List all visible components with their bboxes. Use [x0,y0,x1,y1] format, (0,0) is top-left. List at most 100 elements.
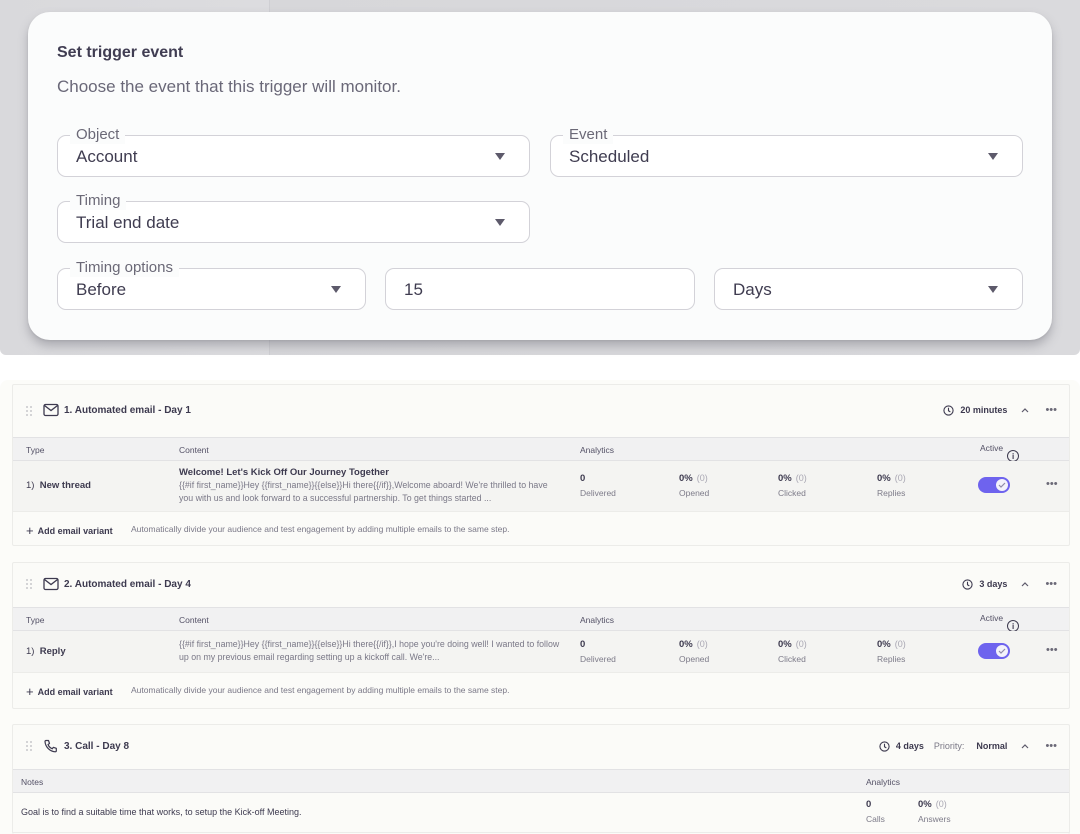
add-email-variant-button[interactable]: + Add email variant [26,523,113,538]
table-row[interactable]: 1) Reply {{#if first_name}}Hey {{first_n… [13,631,1069,673]
variant-index: 1) [26,646,35,657]
object-select[interactable]: Object Account [57,126,530,177]
trigger-event-modal: Set trigger event Choose the event that … [28,12,1052,340]
column-analytics: Analytics [580,615,615,625]
metric-answers: 0% (0) Answers [918,799,951,824]
unit-value: Days [733,280,772,299]
step-delay[interactable]: 4 days [896,741,924,751]
metric-value: 0% [877,473,891,484]
step-meta: 20 minutes ••• [943,401,1057,419]
caret-down-icon [331,286,341,293]
priority-value[interactable]: Normal [976,741,1007,751]
step-meta: 3 days ••• [962,575,1057,593]
metric-delivered: 0 Delivered [580,473,616,498]
metric-replies: 0% (0) Replies [877,473,906,498]
step-card: 2. Automated email - Day 4 3 days ••• Ty… [12,562,1070,709]
add-variant-row: + Add email variant Automatically divide … [13,673,1069,707]
event-label: Event [563,126,614,144]
modal-title: Set trigger event [57,44,184,61]
metric-label: Clicked [778,488,806,498]
mail-icon [43,403,59,417]
column-active: Active i [980,613,1020,632]
metric-label: Delivered [580,654,616,664]
variant-type-label: Reply [39,646,66,657]
variant-type: 1) New thread [26,480,91,491]
step-header: 2. Automated email - Day 4 3 days ••• [13,563,1069,607]
caret-down-icon [988,153,998,160]
add-email-variant-label: Add email variant [37,526,113,536]
variant-type: 1) Reply [26,646,66,657]
row-more-options-icon[interactable]: ••• [1046,478,1058,490]
clock-icon [943,404,955,416]
drag-handle-icon[interactable] [26,406,34,418]
email-body: {{#if first_name}}Hey {{first_name}}{{el… [179,480,548,503]
metric-label: Delivered [580,488,616,498]
drag-handle-icon[interactable] [26,741,34,753]
metric-label: Opened [679,488,710,498]
active-toggle[interactable] [978,477,1010,493]
clock-icon [879,740,890,752]
email-body: {{#if first_name}}Hey {{first_name}}{{el… [179,639,560,662]
table-row[interactable]: Goal is to find a suitable time that wor… [13,793,1069,833]
step-header: 3. Call - Day 8 4 days Priority: Normal … [13,725,1069,769]
active-toggle[interactable] [978,643,1010,659]
metric-value: 0% [778,473,792,484]
unit-select[interactable]: Days [714,268,1023,310]
metric-label: Answers [918,814,951,824]
email-subject: Welcome! Let's Kick Off Our Journey Toge… [179,467,389,478]
metric-value: 0% [778,639,792,650]
email-content[interactable]: Welcome! Let's Kick Off Our Journey Toge… [179,466,564,505]
more-options-icon[interactable]: ••• [1045,405,1057,416]
step-title: 1. Automated email - Day 1 [64,405,191,416]
metric-value: 0% [918,799,932,810]
step-delay[interactable]: 3 days [979,579,1007,589]
caret-down-icon [495,219,505,226]
more-options-icon[interactable]: ••• [1045,579,1057,590]
amount-input[interactable]: 15 [385,268,695,310]
variant-description: Automatically divide your audience and t… [131,524,510,534]
step-title: 3. Call - Day 8 [64,741,130,752]
metric-value: 0% [679,639,693,650]
step-header: 1. Automated email - Day 1 20 minutes ••… [13,385,1069,437]
chevron-up-icon[interactable] [1019,405,1031,415]
metric-label: Replies [877,654,906,664]
plus-icon: + [26,684,34,699]
step-meta: 4 days Priority: Normal ••• [879,737,1057,755]
plus-icon: + [26,523,34,538]
variant-type-label: New thread [39,480,91,491]
priority-label: Priority: [933,741,965,751]
metric-label: Clicked [778,654,806,664]
email-content[interactable]: {{#if first_name}}Hey {{first_name}}{{el… [179,638,564,664]
step-title: 2. Automated email - Day 4 [64,579,191,590]
row-more-options-icon[interactable]: ••• [1046,644,1058,656]
metric-count: (0) [795,473,807,483]
step-delay[interactable]: 20 minutes [960,405,1007,415]
column-content: Content [179,445,209,455]
table-row[interactable]: 1) New thread Welcome! Let's Kick Off Ou… [13,461,1069,512]
metric-clicked: 0% (0) Clicked [778,639,807,664]
drag-handle-icon[interactable] [26,579,34,591]
metric-value: 0 [580,639,586,650]
check-icon [998,648,1006,654]
column-type: Type [26,445,45,455]
event-select[interactable]: Event Scheduled [550,126,1023,177]
chevron-up-icon[interactable] [1019,579,1031,589]
add-email-variant-button[interactable]: + Add email variant [26,684,113,699]
column-active: Active i [980,443,1020,462]
timing-options-select[interactable]: Timing options Before [57,259,366,310]
step-card: 3. Call - Day 8 4 days Priority: Normal … [12,724,1070,834]
step-card: 1. Automated email - Day 1 20 minutes ••… [12,384,1070,546]
toggle-knob [996,645,1008,657]
mail-icon [43,577,59,591]
metric-label: Calls [866,814,885,824]
metric-clicked: 0% (0) Clicked [778,473,807,498]
metric-count: (0) [894,473,906,483]
caret-down-icon [988,286,998,293]
metric-label: Replies [877,488,906,498]
column-active-label: Active [980,443,1004,453]
more-options-icon[interactable]: ••• [1045,741,1057,752]
metric-calls: 0 Calls [866,799,885,824]
metric-count: (0) [894,639,906,649]
timing-select[interactable]: Timing Trial end date [57,192,530,243]
chevron-up-icon[interactable] [1019,741,1031,751]
